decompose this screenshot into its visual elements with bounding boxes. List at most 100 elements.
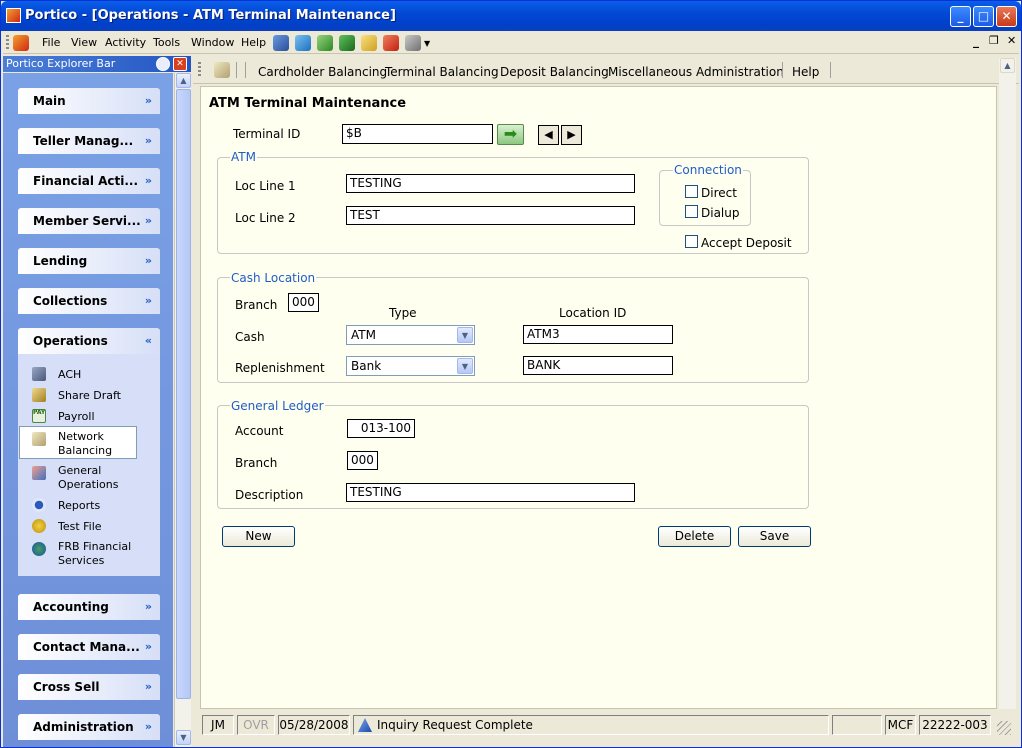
- scroll-thumb[interactable]: [176, 89, 191, 699]
- menu-help[interactable]: Help: [792, 65, 819, 79]
- group-financial-activity[interactable]: Financial Acti... »: [18, 168, 160, 194]
- printer-icon[interactable]: [405, 35, 421, 51]
- group-main[interactable]: Main »: [18, 88, 160, 114]
- loc-line-1-input[interactable]: TESTING: [346, 174, 635, 193]
- clipboard-icon: [32, 432, 46, 446]
- resize-grip-icon[interactable]: [997, 721, 1011, 735]
- content-scrollbar[interactable]: ▲: [999, 58, 1016, 709]
- scroll-down-icon[interactable]: ▼: [176, 730, 191, 745]
- replenishment-location-id-input[interactable]: BANK: [523, 356, 673, 375]
- minimize-button[interactable]: _: [950, 6, 971, 27]
- hand-icon[interactable]: [361, 35, 377, 51]
- cash-icon[interactable]: [339, 35, 355, 51]
- new-button[interactable]: New: [222, 526, 295, 547]
- group-administration[interactable]: Administration »: [18, 714, 160, 740]
- account-label: Account: [235, 424, 284, 438]
- delete-button[interactable]: Delete: [658, 526, 731, 547]
- terminal-id-label: Terminal ID: [233, 127, 301, 141]
- menu-deposit-balancing[interactable]: Deposit Balancing: [500, 65, 609, 79]
- type-header: Type: [389, 306, 417, 320]
- ops-item-label-line2: Operations: [58, 478, 119, 491]
- dialup-checkbox[interactable]: [685, 205, 698, 218]
- mdi-close-button[interactable]: ✕: [1007, 34, 1016, 47]
- close-button[interactable]: ✕: [996, 6, 1017, 27]
- dialup-label: Dialup: [701, 206, 740, 220]
- chevron-down-icon[interactable]: ▼: [457, 358, 473, 374]
- pin-icon[interactable]: [156, 57, 170, 71]
- group-label: Collections: [33, 294, 108, 308]
- ops-item-label: Test File: [58, 520, 102, 533]
- group-cross-sell[interactable]: Cross Sell »: [18, 674, 160, 700]
- menu-cardholder-balancing[interactable]: Cardholder Balancing: [258, 65, 387, 79]
- cash-label: Cash: [235, 330, 265, 344]
- scroll-up-icon[interactable]: ▲: [176, 73, 191, 88]
- maximize-button[interactable]: □: [973, 6, 994, 27]
- group-contact-management[interactable]: Contact Mana... »: [18, 634, 160, 660]
- money-bag-icon[interactable]: [317, 35, 333, 51]
- menu-file[interactable]: File: [42, 36, 60, 49]
- chevron-down-icon[interactable]: ▼: [457, 327, 473, 343]
- chevron-up-icon: «: [144, 334, 152, 347]
- save-button[interactable]: Save: [738, 526, 811, 547]
- chevron-down-icon: »: [144, 94, 152, 107]
- status-account: 22222-003: [919, 715, 991, 735]
- group-label: Teller Manag...: [33, 134, 134, 148]
- group-teller-management[interactable]: Teller Manag... »: [18, 128, 160, 154]
- chevron-down-icon: »: [144, 174, 152, 187]
- general-ops-icon: [32, 466, 46, 480]
- toolbar-grip-icon[interactable]: [6, 35, 9, 50]
- next-record-icon[interactable]: ▶: [561, 125, 582, 145]
- menu-help[interactable]: Help: [241, 36, 266, 49]
- menu-administration[interactable]: Administration: [696, 65, 784, 79]
- redo-arrow-icon[interactable]: [383, 35, 399, 51]
- gl-branch-input[interactable]: 000: [347, 451, 378, 470]
- ops-item-label: Network: [58, 430, 104, 443]
- accept-deposit-checkbox[interactable]: [685, 235, 698, 248]
- menu-terminal-balancing[interactable]: Terminal Balancing: [385, 65, 499, 79]
- direct-checkbox[interactable]: [685, 185, 698, 198]
- pay-icon: PAY: [32, 409, 46, 423]
- scroll-up-icon[interactable]: ▲: [1000, 58, 1015, 73]
- clipboard-icon[interactable]: [214, 62, 230, 78]
- mdi-minimize-button[interactable]: _: [973, 34, 979, 48]
- chevron-down-icon: »: [144, 640, 152, 653]
- menu-window[interactable]: Window: [191, 36, 234, 49]
- previous-record-icon[interactable]: ◀: [538, 125, 559, 145]
- group-member-services[interactable]: Member Servi...»: [18, 208, 160, 234]
- description-input[interactable]: TESTING: [346, 483, 635, 502]
- loc-line-2-input[interactable]: TEST: [346, 206, 635, 225]
- mdi-restore-button[interactable]: ❐: [989, 34, 999, 47]
- computer-icon[interactable]: [273, 35, 289, 51]
- group-operations[interactable]: Operations «: [18, 328, 160, 354]
- replenishment-type-select[interactable]: Bank ▼: [346, 356, 475, 376]
- card-icon[interactable]: [295, 35, 311, 51]
- explorer-scrollbar[interactable]: ▲ ▼: [174, 73, 191, 747]
- location-id-header: Location ID: [559, 306, 627, 320]
- explorer-close-icon[interactable]: ✕: [173, 57, 187, 71]
- menu-tools[interactable]: Tools: [153, 36, 180, 49]
- terminal-id-input[interactable]: $B: [342, 124, 493, 144]
- printer-dropdown-icon[interactable]: ▼: [424, 39, 430, 48]
- accept-deposit-label: Accept Deposit: [701, 236, 792, 250]
- title-bar[interactable]: Portico - [Operations - ATM Terminal Mai…: [1, 1, 1021, 31]
- chevron-down-icon: »: [144, 254, 152, 267]
- group-collections[interactable]: Collections »: [18, 288, 160, 314]
- explorer-bar: Portico Explorer Bar ✕ Main » Teller Mana…: [3, 56, 191, 747]
- menu-miscellaneous[interactable]: Miscellaneous: [608, 65, 692, 79]
- loc-line-2-label: Loc Line 2: [235, 211, 296, 225]
- explorer-title: Portico Explorer Bar: [6, 57, 116, 70]
- menu-view[interactable]: View: [71, 36, 97, 49]
- cash-type-select[interactable]: ATM ▼: [346, 325, 475, 345]
- menu-activity[interactable]: Activity: [105, 36, 146, 49]
- toolbar-grip-icon[interactable]: [198, 62, 201, 77]
- group-accounting[interactable]: Accounting »: [18, 594, 160, 620]
- account-input[interactable]: 013-100: [347, 419, 415, 438]
- go-arrow-icon[interactable]: ➡: [497, 124, 524, 145]
- app-menu-icon[interactable]: [13, 35, 29, 51]
- cash-location-id-input[interactable]: ATM3: [523, 325, 673, 344]
- group-label: Cross Sell: [33, 680, 100, 694]
- status-bar: JM OVR 05/28/2008 Inquiry Request Comple…: [193, 713, 1019, 737]
- group-lending[interactable]: Lending »: [18, 248, 160, 274]
- cash-branch-input[interactable]: 000: [288, 293, 319, 312]
- toolbar-separator: [830, 62, 831, 78]
